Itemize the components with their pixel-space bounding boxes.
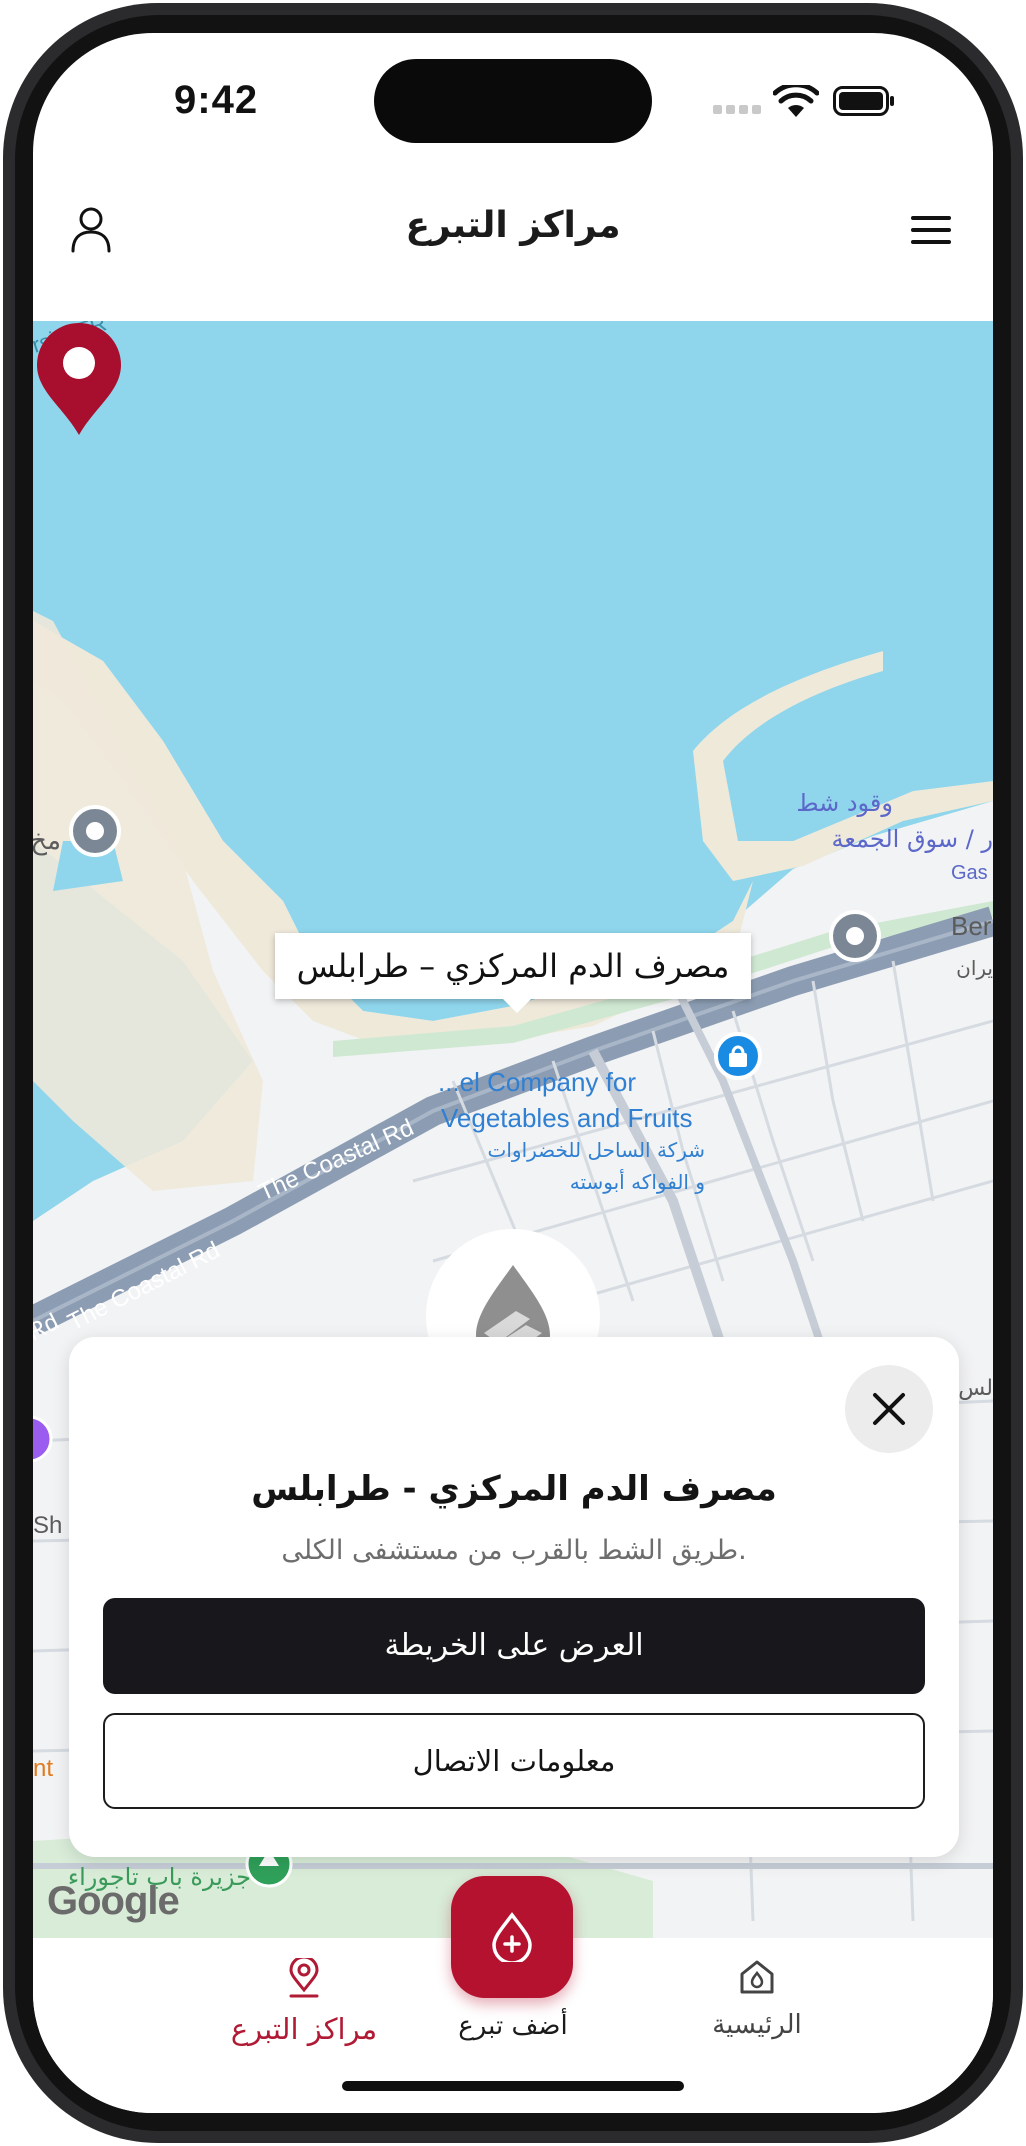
map-poi-marker[interactable] — [69, 805, 121, 857]
home-icon — [740, 1960, 774, 1994]
poi-label: لس — [958, 1376, 993, 1401]
poi-label: Sh — [33, 1512, 62, 1539]
add-donation-button[interactable] — [451, 1876, 573, 1998]
poi-label: ر / سوق الجمعة — [832, 825, 993, 853]
location-detail-card: مصرف الدم المركزي - طرابلس طريق الشط بال… — [69, 1337, 959, 1857]
poi-label: يران — [956, 956, 993, 980]
center-address: طريق الشط بالقرب من مستشفى الكلى. — [281, 1535, 747, 1566]
wifi-icon — [773, 85, 819, 117]
poi-label: مخ — [33, 826, 61, 856]
home-indicator[interactable] — [342, 2081, 684, 2091]
poi-label: Gas — [951, 862, 988, 884]
cellular-signal-icon — [713, 105, 763, 117]
battery-icon — [833, 86, 894, 116]
close-icon — [873, 1393, 905, 1425]
status-time: 9:42 — [174, 78, 259, 122]
road-label: The Coastal Rd — [254, 1114, 417, 1206]
poi-label: Vegetables and Fruits — [441, 1103, 693, 1133]
phone-device: 9:42 مراكز التبرع The Coastal Rd The Coa… — [0, 0, 1026, 2146]
contact-info-button[interactable]: معلومات الاتصال — [103, 1713, 925, 1809]
map-poi-marker — [33, 1415, 53, 1463]
shopping-bag-icon[interactable] — [714, 1032, 762, 1080]
dynamic-island — [374, 59, 652, 143]
map-view[interactable]: rsin, TR The Coastal Rd The Coastal Rd R… — [33, 321, 993, 1938]
center-name: مصرف الدم المركزي - طرابلس — [251, 1469, 777, 1509]
location-pin-icon[interactable] — [33, 321, 125, 437]
poi-label: و الفواكه أبوسته — [570, 1169, 705, 1194]
google-logo: Google — [47, 1879, 180, 1923]
hamburger-menu-icon[interactable] — [909, 213, 953, 247]
callout-title: مصرف الدم المركزي – طرابلس — [296, 947, 730, 985]
tab-home[interactable]: الرئيسية — [627, 1958, 887, 2040]
map-pin-icon — [289, 1955, 319, 1998]
map-poi-marker[interactable] — [829, 910, 881, 962]
callout-tip — [501, 997, 533, 1013]
poi-label: ...el Company for — [438, 1067, 636, 1097]
tab-donation-centers[interactable]: مراكز التبرع — [174, 1955, 434, 2046]
close-button[interactable] — [845, 1365, 933, 1453]
poi-label: شركة الساحل للخضراوات — [488, 1138, 705, 1162]
poi-label: nt — [33, 1755, 53, 1782]
view-on-map-button[interactable]: العرض على الخريطة — [103, 1598, 925, 1694]
marker-callout[interactable]: مصرف الدم المركزي – طرابلس — [275, 933, 751, 1013]
app-bar: مراكز التبرع — [33, 153, 993, 321]
page-title: مراكز التبرع — [405, 205, 621, 246]
tab-label: الرئيسية — [712, 2010, 802, 2040]
tab-label: مراكز التبرع — [230, 2012, 378, 2046]
blood-drop-plus-icon — [492, 1912, 532, 1962]
poi-label: Ber — [951, 911, 992, 941]
status-bar: 9:42 — [33, 33, 993, 153]
screen: 9:42 مراكز التبرع The Coastal Rd The Coa… — [33, 33, 993, 2113]
add-donation-label: أضف تبرع — [458, 2011, 568, 2041]
poi-label: وقود شط — [796, 789, 893, 817]
